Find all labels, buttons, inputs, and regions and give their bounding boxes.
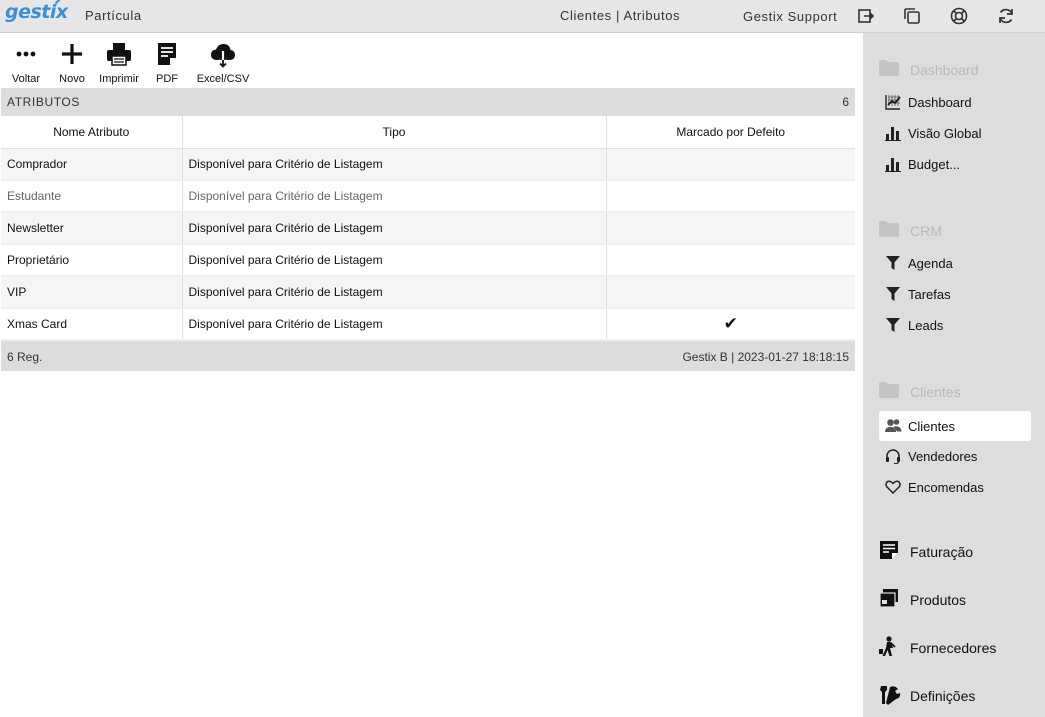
back-button[interactable]: Voltar bbox=[8, 33, 44, 88]
module-faturacao[interactable]: Faturação bbox=[879, 536, 1039, 566]
sidebar-item-leads[interactable]: Leads bbox=[879, 310, 1031, 340]
cell-default bbox=[606, 244, 855, 277]
cell-type: Disponível para Critério de Listagem bbox=[182, 244, 607, 277]
grid-chart-icon bbox=[885, 95, 901, 110]
toolbar: Voltar Novo Imprimir PDF Excel/CSV bbox=[0, 33, 863, 88]
sidebar-item-visao-global[interactable]: Visão Global bbox=[879, 118, 1031, 148]
folder-icon bbox=[879, 221, 899, 237]
cell-default bbox=[606, 212, 855, 245]
cell-default bbox=[606, 276, 855, 309]
sidebar-item-budget[interactable]: Budget... bbox=[879, 149, 1031, 179]
excel-csv-button[interactable]: Excel/CSV bbox=[194, 33, 252, 88]
attributes-panel: ATRIBUTOS 6 Nome Atributo Tipo Marcado p… bbox=[1, 88, 855, 371]
table-row[interactable]: Comprador Disponível para Critério de Li… bbox=[1, 148, 855, 181]
sidebar-item-agenda[interactable]: Agenda bbox=[879, 248, 1031, 278]
column-header-type[interactable]: Tipo bbox=[182, 116, 607, 149]
bar-chart-icon bbox=[885, 127, 901, 141]
top-bar: gestix Partícula Clientes | Atributos Ge… bbox=[0, 0, 1045, 33]
attributes-table: Nome Atributo Tipo Marcado por Defeito C… bbox=[1, 116, 855, 341]
new-button[interactable]: Novo bbox=[56, 33, 88, 88]
logout-icon[interactable] bbox=[856, 6, 876, 26]
module-definicoes[interactable]: Definições bbox=[879, 680, 1039, 710]
cell-name: Newsletter bbox=[1, 212, 183, 245]
cell-name: Xmas Card bbox=[1, 308, 183, 341]
tools-icon bbox=[880, 686, 901, 705]
cell-type: Disponível para Critério de Listagem bbox=[182, 148, 607, 181]
cell-type: Disponível para Critério de Listagem bbox=[182, 276, 607, 309]
more-dots-icon bbox=[16, 51, 36, 57]
sidebar-item-tarefas[interactable]: Tarefas bbox=[879, 279, 1031, 309]
users-icon bbox=[885, 419, 902, 432]
cell-name: Proprietário bbox=[1, 244, 183, 277]
checkmark-icon: ✔ bbox=[606, 308, 855, 341]
panel-header: ATRIBUTOS 6 bbox=[1, 88, 855, 116]
plus-icon bbox=[62, 44, 82, 64]
folder-icon bbox=[879, 60, 899, 76]
headset-icon bbox=[886, 449, 900, 464]
table-header-row: Nome Atributo Tipo Marcado por Defeito bbox=[1, 116, 855, 149]
cell-type: Disponível para Critério de Listagem bbox=[182, 212, 607, 245]
filter-icon bbox=[886, 256, 900, 270]
heart-icon bbox=[885, 480, 901, 495]
breadcrumb: Clientes | Atributos bbox=[560, 8, 681, 23]
printer-icon bbox=[107, 43, 131, 66]
document-icon bbox=[158, 43, 176, 65]
panel-footer: 6 Reg. Gestix B | 2023-01-27 18:18:15 bbox=[1, 341, 855, 371]
gestix-logo[interactable]: gestix bbox=[5, 0, 68, 23]
table-row[interactable]: Xmas Card Disponível para Critério de Li… bbox=[1, 308, 855, 341]
filter-icon bbox=[886, 287, 900, 301]
table-row[interactable]: Proprietário Disponível para Critério de… bbox=[1, 244, 855, 277]
cloud-download-icon bbox=[211, 44, 235, 68]
cell-name: Estudante bbox=[1, 180, 183, 213]
panel-title: ATRIBUTOS bbox=[7, 95, 80, 109]
sidebar-item-encomendas[interactable]: Encomendas bbox=[879, 472, 1031, 502]
print-button[interactable]: Imprimir bbox=[98, 33, 140, 88]
pdf-button[interactable]: PDF bbox=[152, 33, 182, 88]
bar-chart-icon bbox=[885, 158, 901, 172]
footer-info: Gestix B | 2023-01-27 18:18:15 bbox=[682, 350, 849, 364]
sidebar-item-clientes[interactable]: Clientes bbox=[879, 411, 1031, 441]
windows-icon[interactable] bbox=[902, 6, 922, 26]
cell-name: Comprador bbox=[1, 148, 183, 181]
user-name[interactable]: Gestix Support bbox=[743, 9, 837, 24]
cell-type: Disponível para Critério de Listagem bbox=[182, 308, 607, 341]
folder-icon bbox=[879, 382, 899, 398]
invoice-icon bbox=[880, 541, 898, 559]
cell-name: VIP bbox=[1, 276, 183, 309]
sidebar-item-vendedores[interactable]: Vendedores bbox=[879, 441, 1031, 471]
products-icon bbox=[879, 589, 898, 608]
sidebar-item-dashboard[interactable]: Dashboard bbox=[879, 87, 1031, 117]
table-row[interactable]: Estudante Disponível para Critério de Li… bbox=[1, 180, 855, 213]
cell-default bbox=[606, 180, 855, 213]
column-header-default[interactable]: Marcado por Defeito bbox=[606, 116, 855, 149]
refresh-icon[interactable] bbox=[996, 6, 1016, 26]
record-count: 6 bbox=[842, 95, 849, 109]
table-row[interactable]: VIP Disponível para Critério de Listagem bbox=[1, 276, 855, 309]
support-icon[interactable] bbox=[949, 6, 969, 26]
module-produtos[interactable]: Produtos bbox=[879, 584, 1039, 614]
worker-icon bbox=[879, 636, 896, 656]
record-total: 6 Reg. bbox=[7, 350, 43, 364]
table-row[interactable]: Newsletter Disponível para Critério de L… bbox=[1, 212, 855, 245]
cell-default bbox=[606, 148, 855, 181]
company-name[interactable]: Partícula bbox=[85, 8, 142, 23]
filter-icon bbox=[886, 318, 900, 332]
module-fornecedores[interactable]: Fornecedores bbox=[879, 632, 1039, 662]
cell-type: Disponível para Critério de Listagem bbox=[182, 180, 607, 213]
sidebar: Dashboard Dashboard Visão Global Budget.… bbox=[863, 33, 1045, 717]
column-header-name[interactable]: Nome Atributo bbox=[1, 116, 183, 149]
